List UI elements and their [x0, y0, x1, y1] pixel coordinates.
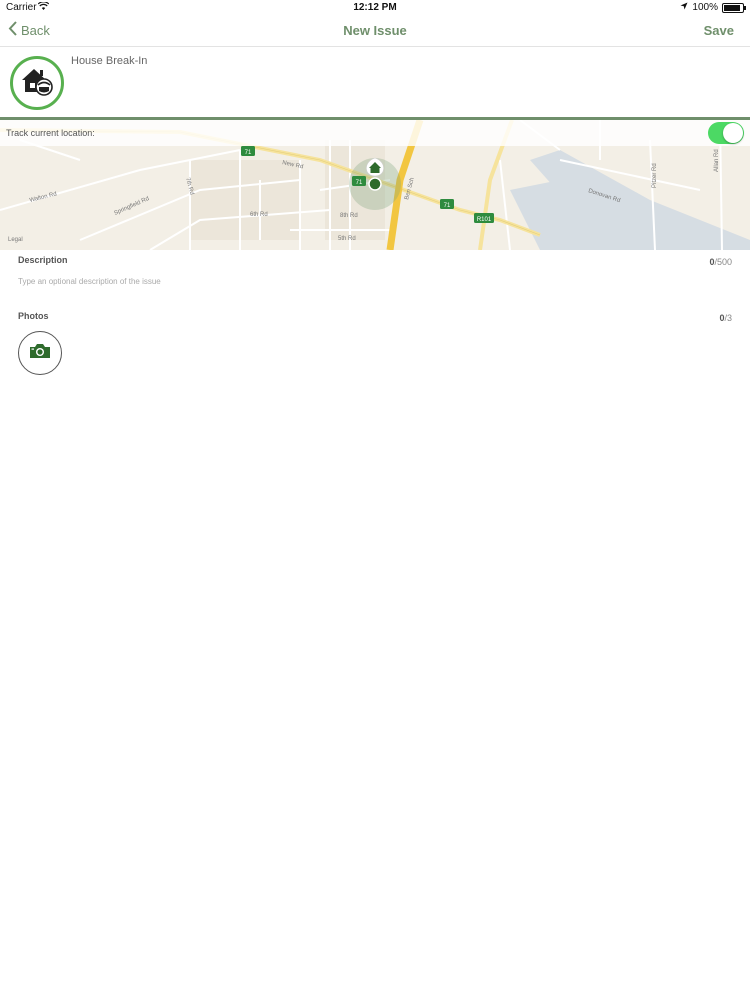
status-right: 100%: [680, 2, 746, 13]
street-label-ben-sch: Ben Sch: [404, 177, 416, 200]
battery-icon: [722, 2, 746, 13]
street-label-walton-rd: Walton Rd: [29, 191, 57, 204]
track-location-toggle[interactable]: [708, 122, 744, 144]
map-legal-link[interactable]: Legal: [8, 237, 23, 243]
photos-count: 0/3: [719, 313, 732, 323]
route-shield-r101-label: R101: [477, 217, 492, 223]
battery-level: [724, 4, 740, 11]
route-shield-71-label-c: 71: [444, 203, 451, 209]
toggle-knob: [723, 123, 743, 143]
issue-header: House Break-In: [0, 47, 750, 117]
route-shield-71-b: 71: [352, 176, 366, 186]
route-shield-71-label-b: 71: [356, 180, 363, 186]
page-title: New Issue: [343, 23, 407, 38]
current-location-dot: [368, 177, 382, 191]
description-count-max: /500: [714, 257, 732, 267]
status-time: 12:12 PM: [353, 2, 397, 13]
route-shield-71-a: 71: [241, 146, 255, 156]
description-char-count: 0/500: [709, 257, 732, 267]
photos-count-max: /3: [724, 313, 732, 323]
route-shield-r101: R101: [474, 213, 494, 223]
camera-icon: [29, 343, 51, 364]
map-block: [190, 160, 300, 240]
track-location-row: Track current location:: [0, 120, 750, 146]
description-input[interactable]: [18, 274, 718, 288]
street-label-6th-rd: 6th Rd: [250, 212, 268, 218]
issue-name: House Break-In: [71, 55, 148, 67]
route-shield-71-label-a: 71: [245, 150, 252, 156]
location-arrow-icon: [680, 2, 688, 13]
street-label-8th-rd: 8th Rd: [340, 213, 358, 219]
add-photo-button[interactable]: [18, 331, 62, 375]
track-location-label: Track current location:: [6, 128, 95, 138]
status-bar: Carrier 12:12 PM 100%: [0, 0, 750, 16]
street-label-pitzer-rd: Pitzer Rd: [652, 163, 658, 188]
house-break-in-icon: [20, 66, 54, 101]
route-shield-71-c: 71: [440, 199, 454, 209]
photos-label: Photos: [18, 311, 49, 321]
description-label: Description: [18, 255, 68, 265]
street-label-allan-rd: Allan Rd: [714, 149, 720, 172]
street-label-5th-rd: 5th Rd: [338, 236, 356, 242]
issue-type-avatar[interactable]: [10, 56, 64, 110]
battery-percent: 100%: [692, 2, 718, 13]
navigation-bar: Back New Issue Save: [0, 16, 750, 47]
save-button[interactable]: Save: [704, 23, 734, 38]
